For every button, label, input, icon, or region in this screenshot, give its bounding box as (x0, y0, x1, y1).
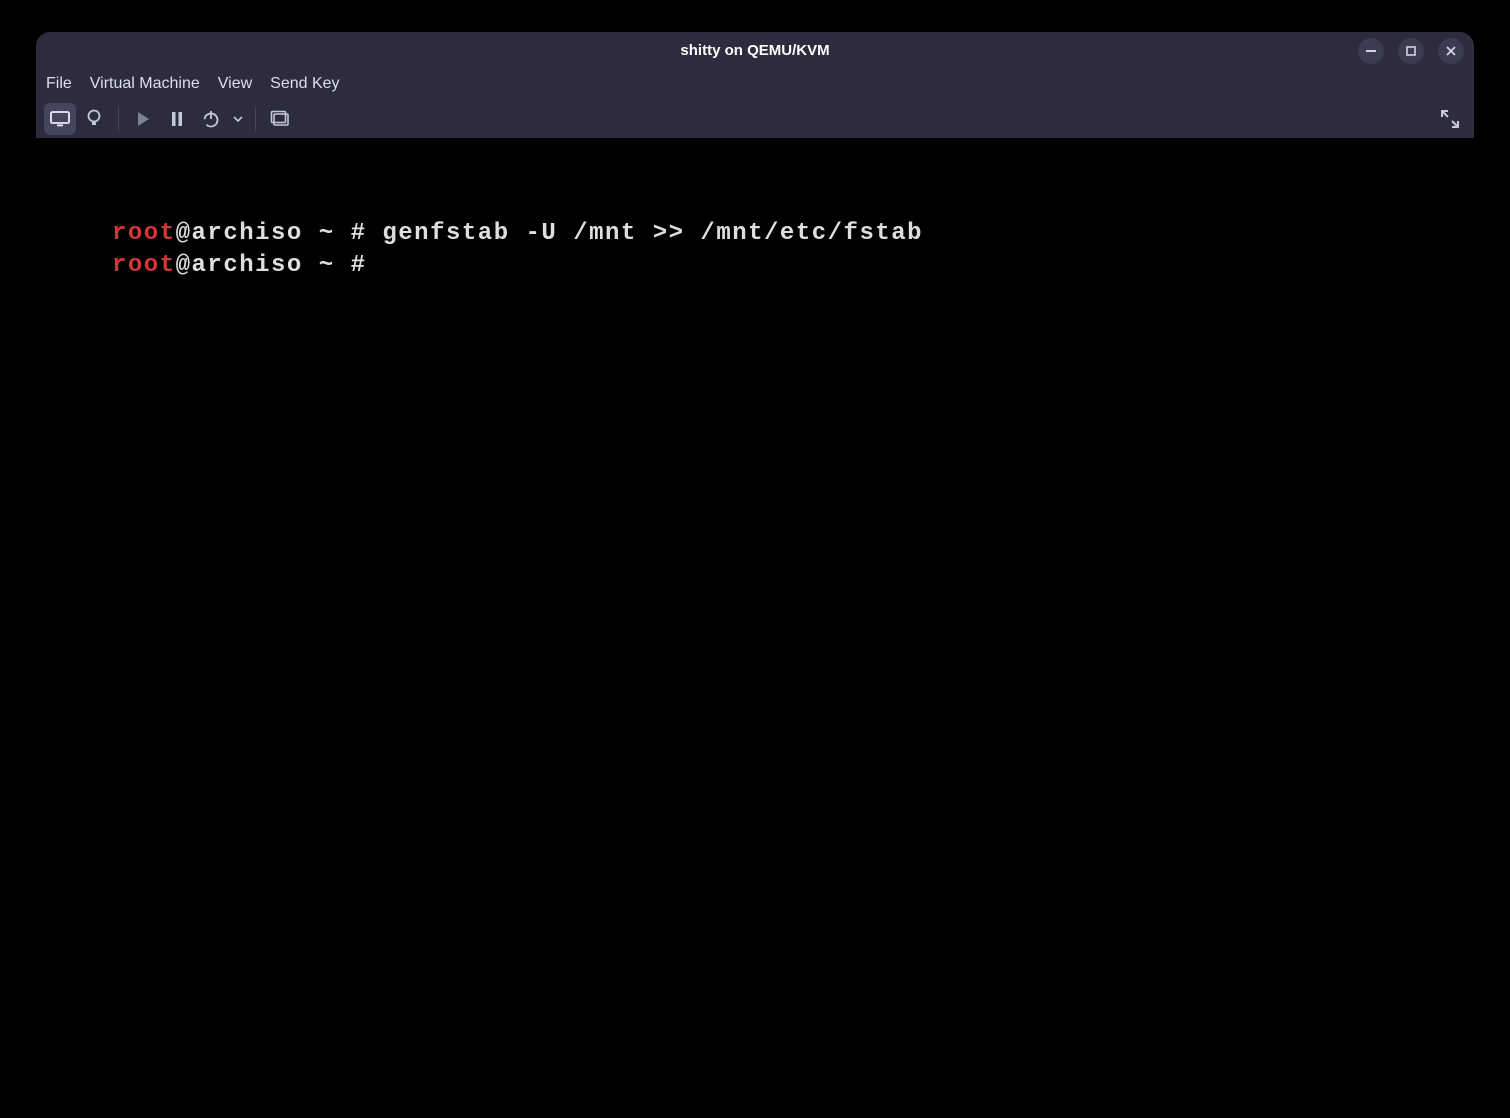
toolbar-separator (118, 107, 119, 131)
vm-console[interactable]: root@archiso ~ # genfstab -U /mnt >> /mn… (0, 138, 1510, 1118)
menubar: File Virtual Machine View Send Key (36, 69, 1474, 99)
vm-window: shitty on QEMU/KVM File Virtual Machine … (36, 32, 1474, 139)
monitor-icon (50, 111, 70, 127)
prompt-user: root (112, 220, 176, 247)
prompt-at: @ (176, 252, 192, 279)
pause-button[interactable] (161, 103, 193, 135)
play-icon (136, 111, 150, 127)
shutdown-dropdown-button[interactable] (229, 103, 247, 135)
chevron-down-icon (233, 116, 243, 122)
prompt-at: @ (176, 220, 192, 247)
menu-file[interactable]: File (46, 75, 72, 93)
prompt-cwd: ~ (303, 220, 351, 247)
titlebar: shitty on QEMU/KVM (36, 32, 1474, 69)
snapshots-button[interactable] (264, 103, 296, 135)
prompt-hash: # (351, 220, 383, 247)
fullscreen-button[interactable] (1434, 103, 1466, 135)
close-icon (1446, 46, 1456, 56)
menu-virtual-machine[interactable]: Virtual Machine (90, 75, 200, 93)
prompt-host: archiso (192, 220, 303, 247)
maximize-icon (1406, 46, 1416, 56)
minimize-button[interactable] (1358, 38, 1384, 64)
minimize-icon (1366, 50, 1376, 52)
terminal-line: root@archiso ~ # genfstab -U /mnt >> /mn… (112, 218, 1510, 250)
window-controls (1358, 38, 1464, 64)
screenshot-icon (270, 110, 290, 128)
prompt-user: root (112, 252, 176, 279)
close-button[interactable] (1438, 38, 1464, 64)
menu-view[interactable]: View (218, 75, 252, 93)
prompt-cwd: ~ (303, 252, 351, 279)
details-view-button[interactable] (78, 103, 110, 135)
terminal-command: genfstab -U /mnt >> /mnt/etc/fstab (382, 220, 923, 247)
bulb-icon (86, 109, 102, 129)
prompt-host: archiso (192, 252, 303, 279)
menu-send-key[interactable]: Send Key (270, 75, 339, 93)
maximize-button[interactable] (1398, 38, 1424, 64)
terminal-line: root@archiso ~ # (112, 250, 1510, 282)
shutdown-button[interactable] (195, 103, 227, 135)
fullscreen-icon (1440, 109, 1460, 129)
window-title: shitty on QEMU/KVM (680, 42, 829, 59)
power-icon (202, 110, 220, 128)
toolbar-separator (255, 107, 256, 131)
pause-icon (171, 111, 183, 127)
console-view-button[interactable] (44, 103, 76, 135)
toolbar (36, 99, 1474, 139)
prompt-hash: # (351, 252, 383, 279)
run-button[interactable] (127, 103, 159, 135)
